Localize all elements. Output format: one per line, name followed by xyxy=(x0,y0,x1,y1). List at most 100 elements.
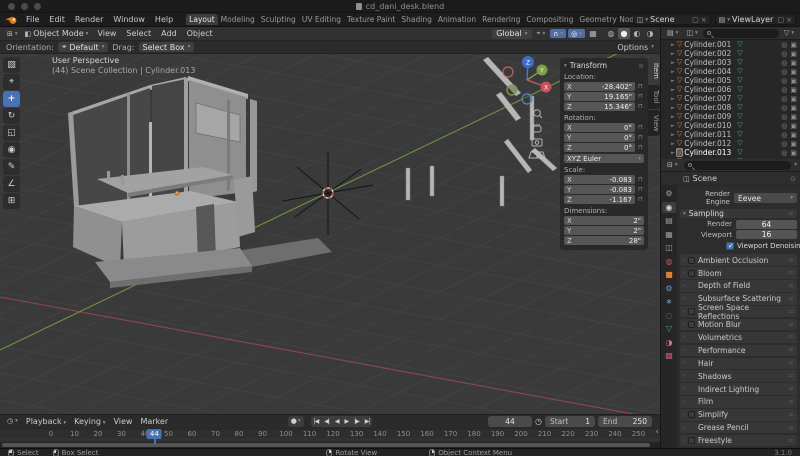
modifiers-tab-icon[interactable]: ⚙ xyxy=(662,283,676,294)
viewport-menu-item[interactable]: Object xyxy=(182,29,218,38)
scale-field[interactable]: X-0.083 xyxy=(564,175,635,184)
auto-keying-button[interactable]: ●▾ xyxy=(288,416,304,427)
outliner-row[interactable]: ► ▽ Cylinder.006 ▽ ◎ ▣ xyxy=(661,85,800,94)
disable-render-icon[interactable]: ▣ xyxy=(790,77,797,85)
new-scene-icon[interactable]: ▢ xyxy=(692,16,699,24)
view-layer-tab-icon[interactable]: ▦ xyxy=(662,229,676,240)
object-name[interactable]: Cylinder.010 xyxy=(684,121,734,130)
location-field[interactable]: Y19.165" xyxy=(564,92,635,101)
hide-viewport-icon[interactable]: ◎ xyxy=(781,41,787,49)
sidebar-tab[interactable]: Item xyxy=(648,58,660,84)
zoom-window-button[interactable] xyxy=(34,3,41,10)
object-name[interactable]: Cylinder.008 xyxy=(684,103,734,112)
timeline-menu-item[interactable]: View xyxy=(109,417,136,426)
tool-tab-icon[interactable]: ⚙ xyxy=(662,188,676,199)
window-controls[interactable] xyxy=(8,3,41,10)
outliner-search-input[interactable] xyxy=(703,29,779,38)
drag-dropdown[interactable]: Select Box▾ xyxy=(139,42,195,52)
location-field[interactable]: X-28.402" xyxy=(564,82,635,91)
object-tab-icon[interactable]: ■ xyxy=(662,269,676,280)
expand-icon[interactable]: ► xyxy=(671,78,675,84)
timeline-menu-item[interactable]: Playback xyxy=(22,417,70,426)
mesh-object-icon[interactable]: ▽ xyxy=(677,140,682,147)
properties-search-input[interactable] xyxy=(684,161,792,170)
lock-icon[interactable]: ⊓ xyxy=(637,134,644,141)
disable-render-icon[interactable]: ▣ xyxy=(790,140,797,148)
play-reverse-button[interactable]: ◀ xyxy=(332,418,342,425)
expand-icon[interactable]: ► xyxy=(671,69,675,75)
property-panel-header[interactable]: › Depth of Field = xyxy=(680,280,797,292)
menu-item[interactable]: File xyxy=(21,15,44,24)
menu-item[interactable]: Window xyxy=(108,15,150,24)
frame-start-field[interactable]: Start1 xyxy=(545,416,595,427)
outliner-row[interactable]: ► ▽ Cylinder.003 ▽ ◎ ▣ xyxy=(661,58,800,67)
viewport-menu-item[interactable]: Add xyxy=(156,29,182,38)
workspace-tab[interactable]: UV Editing xyxy=(299,14,344,25)
measure-tool[interactable]: ∠ xyxy=(3,176,20,192)
next-keyframe-button[interactable]: |▶ xyxy=(351,418,362,425)
outliner-row[interactable]: ► ▽ Cylinder.002 ▽ ◎ ▣ xyxy=(661,49,800,58)
hide-viewport-icon[interactable]: ◎ xyxy=(781,140,787,148)
material-tab-icon[interactable]: ◑ xyxy=(662,337,676,348)
property-panel-header[interactable]: › Screen Space Reflections = xyxy=(680,306,797,318)
hide-viewport-icon[interactable]: ◎ xyxy=(781,113,787,121)
render-engine-dropdown[interactable]: Eevee▾ xyxy=(734,193,797,203)
workspace-tab[interactable]: Modeling xyxy=(218,14,258,25)
lock-icon[interactable]: ⊓ xyxy=(637,83,644,90)
checkbox[interactable] xyxy=(688,270,695,277)
texture-tab-icon[interactable]: ▩ xyxy=(662,350,676,361)
lock-icon[interactable]: ⊓ xyxy=(637,144,644,151)
property-panel-header[interactable]: › Ambient Occlusion = xyxy=(680,254,797,266)
lock-icon[interactable]: ⊓ xyxy=(637,176,644,183)
editor-type-button[interactable]: ⊟▾ xyxy=(664,161,681,169)
xray-toggle-icon[interactable]: ▦ xyxy=(587,28,599,39)
property-panel-header[interactable]: › Indirect Lighting = xyxy=(680,383,797,395)
pivot-point-icon[interactable]: ⌖▾ xyxy=(534,29,549,38)
expand-icon[interactable]: ► xyxy=(671,96,675,102)
property-panel-header[interactable]: › Simplify = xyxy=(680,409,797,421)
chevron-down-icon[interactable]: ▾ xyxy=(794,162,797,168)
disable-render-icon[interactable]: ▣ xyxy=(790,104,797,112)
checkbox[interactable] xyxy=(688,257,695,264)
outliner-row[interactable]: ► ▽ Cylinder.001 ▽ ◎ ▣ xyxy=(661,40,800,49)
hide-viewport-icon[interactable]: ◎ xyxy=(781,77,787,85)
scale-field[interactable]: Z-1.167 xyxy=(564,195,635,204)
mesh-object-icon[interactable]: ▽ xyxy=(677,113,682,120)
editor-type-button[interactable]: ▤▾ xyxy=(664,29,681,37)
annotate-tool[interactable]: ✎ xyxy=(3,159,20,175)
workspace-tab[interactable]: Rendering xyxy=(479,14,523,25)
add-cube-tool[interactable]: ⊞ xyxy=(3,193,20,209)
expand-icon[interactable]: ► xyxy=(671,105,675,111)
mode-selector[interactable]: ◧ Object Mode▾ xyxy=(22,29,92,38)
mesh-object-icon[interactable]: ▽ xyxy=(677,77,682,84)
wireframe-shading-icon[interactable]: ◍ xyxy=(605,28,617,39)
lock-icon[interactable]: ⊓ xyxy=(637,93,644,100)
lock-icon[interactable]: ⊓ xyxy=(637,103,644,110)
object-name[interactable]: Cylinder.001 xyxy=(684,40,734,49)
workspace-tab[interactable]: Sculpting xyxy=(258,14,299,25)
world-tab-icon[interactable]: ◍ xyxy=(662,256,676,267)
jump-to-start-button[interactable]: |◀ xyxy=(311,418,322,425)
object-name[interactable]: Cylinder.009 xyxy=(684,112,734,121)
workspace-tab[interactable]: Texture Paint xyxy=(344,14,398,25)
rotation-mode-dropdown[interactable]: XYZ Euler▾ xyxy=(564,154,644,163)
transform-orientation-dropdown[interactable]: Global▾ xyxy=(492,29,531,39)
timeline-scrollbar[interactable] xyxy=(0,442,660,448)
frame-ruler[interactable]: 0102030405060708090100110120130140150160… xyxy=(0,428,660,439)
dimension-field[interactable]: Z28" xyxy=(564,236,644,245)
object-name[interactable]: Cylinder.005 xyxy=(684,76,734,85)
particles-tab-icon[interactable]: ∗ xyxy=(662,296,676,307)
checkbox[interactable] xyxy=(726,242,734,250)
sample-count-field[interactable]: 64 xyxy=(736,220,797,229)
object-data-tab-icon[interactable]: ▽ xyxy=(662,323,676,334)
workspace-tab[interactable]: Geometry Nodes xyxy=(576,14,632,25)
sidebar-tab[interactable]: View xyxy=(648,110,660,137)
current-frame-field[interactable]: 44 xyxy=(488,416,532,427)
outliner-row[interactable]: ► ▽ Cylinder.005 ▽ ◎ ▣ xyxy=(661,76,800,85)
sample-count-field[interactable]: 16 xyxy=(736,230,797,239)
scene-selector[interactable]: ◫ ▾ Scene ▢ × xyxy=(633,14,711,25)
outliner-row[interactable]: ► ▽ Cylinder.010 ▽ ◎ ▣ xyxy=(661,121,800,130)
property-panel-header[interactable]: › Hair = xyxy=(680,358,797,370)
viewport-menu-item[interactable]: View xyxy=(92,29,121,38)
new-viewlayer-icon[interactable]: ▢ xyxy=(778,16,785,24)
